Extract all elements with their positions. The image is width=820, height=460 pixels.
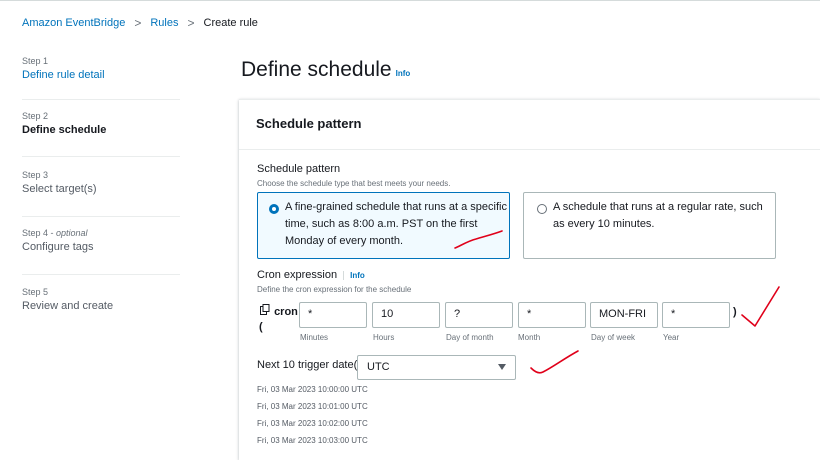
step-number: Step 3 [22, 170, 49, 180]
option-rate-text: A schedule that runs at a regular rate, … [553, 201, 763, 230]
option-rate-tile[interactable]: A schedule that runs at a regular rate, … [523, 192, 776, 259]
cron-month-input[interactable]: * [518, 302, 586, 328]
trigger-date: Fri, 03 Mar 2023 10:01:00 UTC [257, 402, 368, 411]
trigger-date: Fri, 03 Mar 2023 10:02:00 UTC [257, 419, 368, 428]
cron-prefix-text: cron [274, 306, 298, 318]
panel-heading: Schedule pattern [256, 116, 362, 131]
caption-year: Year [663, 333, 680, 342]
timezone-select[interactable]: UTC [357, 355, 516, 380]
caption-hours: Hours [373, 333, 395, 342]
caption-day-of-month: Day of month [446, 333, 494, 342]
breadcrumb-rules[interactable]: Rules [150, 17, 178, 29]
cron-day-of-week-input[interactable]: MON-FRI [590, 302, 658, 328]
caption-day-of-week: Day of week [591, 333, 636, 342]
top-border [0, 0, 820, 1]
cron-day-of-month-input[interactable]: ? [445, 302, 513, 328]
caption-minutes: Minutes [300, 333, 329, 342]
info-link[interactable]: Info [396, 69, 411, 78]
cron-year-input[interactable]: * [662, 302, 730, 328]
chevron-right-icon: > [187, 16, 195, 30]
step-title-configure-tags: Configure tags [22, 241, 94, 253]
cron-info-link[interactable]: Info [343, 271, 365, 280]
step-5: Step 5 Review and create [22, 287, 180, 312]
trigger-date: Fri, 03 Mar 2023 10:03:00 UTC [257, 436, 368, 445]
schedule-pattern-label: Schedule pattern [257, 163, 341, 175]
step-title-review-and-create: Review and create [22, 300, 114, 312]
step-number: Step 4 - optional [22, 228, 180, 238]
next-trigger-label: Next 10 trigger date(s) [257, 359, 367, 371]
step-number: Step 5 [22, 287, 49, 297]
step-3: Step 3 Select target(s) [22, 170, 180, 195]
cron-hours-input[interactable]: 10 [372, 302, 440, 328]
page-title-text: Define schedule [241, 58, 392, 81]
option-cron-text: A fine-grained schedule that runs at a s… [285, 201, 507, 247]
step-divider [22, 156, 180, 157]
step-1: Step 1 Define rule detail [22, 56, 180, 81]
breadcrumb: Amazon EventBridge > Rules > Create rule [22, 16, 258, 30]
step-divider [22, 99, 180, 100]
radio-rate[interactable] [537, 204, 547, 214]
cron-expression-text: Cron expression [257, 269, 338, 281]
cron-prefix: cron [259, 304, 298, 318]
paren-open: ( [259, 321, 263, 333]
breadcrumb-eventbridge[interactable]: Amazon EventBridge [22, 17, 125, 29]
step-title-select-targets: Select target(s) [22, 183, 97, 195]
step-4: Step 4 - optional Configure tags [22, 228, 180, 253]
step-optional-tag: optional [56, 228, 88, 238]
cron-expression-label: Cron expression Info [257, 269, 365, 281]
step-number: Step 1 [22, 56, 49, 66]
step-number: Step 2 [22, 111, 49, 121]
step-title-define-schedule: Define schedule [22, 124, 107, 136]
chevron-right-icon: > [134, 16, 142, 30]
step-divider [22, 274, 180, 275]
timezone-value: UTC [367, 361, 390, 373]
step-number-prefix: Step 4 - [22, 228, 57, 238]
cron-minutes-input[interactable]: * [299, 302, 367, 328]
cron-expression-desc: Define the cron expression for the sched… [257, 285, 412, 294]
radio-cron[interactable] [269, 204, 279, 214]
panel-header: Schedule pattern [239, 100, 820, 150]
paren-close: ) [733, 306, 737, 318]
copy-icon[interactable] [259, 304, 271, 318]
page-title: Define schedule Info [241, 58, 410, 82]
step-link-define-rule-detail[interactable]: Define rule detail [22, 69, 180, 81]
caption-month: Month [518, 333, 541, 342]
caret-down-icon [498, 364, 506, 370]
schedule-pattern-desc: Choose the schedule type that best meets… [257, 179, 451, 188]
trigger-date: Fri, 03 Mar 2023 10:00:00 UTC [257, 385, 368, 394]
breadcrumb-create-rule: Create rule [203, 17, 258, 29]
option-cron-tile[interactable]: A fine-grained schedule that runs at a s… [257, 192, 510, 259]
step-2: Step 2 Define schedule [22, 111, 180, 136]
step-divider [22, 216, 180, 217]
